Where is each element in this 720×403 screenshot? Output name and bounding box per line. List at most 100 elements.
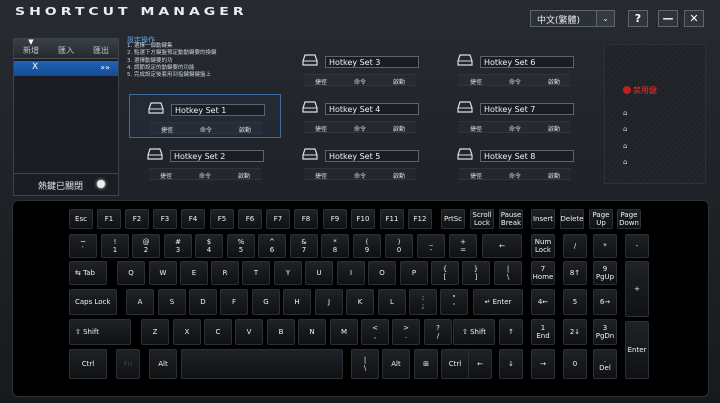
hotkey-set-name[interactable]: Hotkey Set 7 <box>480 103 574 115</box>
keyboard-key[interactable]: Scroll Lock <box>470 209 494 229</box>
command-tab[interactable]: 命令 <box>500 77 530 86</box>
keyboard-key[interactable]: G <box>252 289 280 315</box>
keyboard-key[interactable]: K <box>346 289 374 315</box>
keyboard-key[interactable]: 8↑ <box>563 261 587 285</box>
keyboard-key[interactable]: @2 <box>132 234 160 258</box>
keyboard-key[interactable]: F11 <box>380 209 404 229</box>
command-tab[interactable]: 命令 <box>345 171 375 180</box>
keyboard-key[interactable]: 6→ <box>593 289 617 315</box>
keyboard-key[interactable]: ? / <box>424 319 452 345</box>
keyboard-key[interactable]: P <box>400 261 428 285</box>
keyboard-key[interactable]: + <box>625 261 649 317</box>
keyboard-key[interactable]: ↵ Enter <box>473 289 523 315</box>
language-select[interactable]: 中文(繁體) ⌄ <box>530 10 615 27</box>
keyboard-key[interactable]: Fn <box>116 349 140 379</box>
keyboard-key[interactable]: M <box>330 319 358 345</box>
keyboard-key[interactable]: F2 <box>125 209 149 229</box>
launch-tab[interactable]: 啟動 <box>384 171 414 180</box>
hotkey-set-name[interactable]: Hotkey Set 1 <box>171 104 265 116</box>
keyboard-key[interactable]: F7 <box>266 209 290 229</box>
keyboard-key[interactable]: ) 0 <box>385 234 413 258</box>
keyboard-key[interactable]: | \ <box>494 261 522 285</box>
keyboard-key[interactable]: T <box>242 261 270 285</box>
keyboard-key[interactable]: 5 <box>563 289 587 315</box>
chevron-down-icon[interactable]: ⌄ <box>596 11 614 26</box>
shortcut-tab[interactable]: 捷徑 <box>306 77 336 86</box>
keyboard-key[interactable]: C <box>204 319 232 345</box>
keyboard-key[interactable]: 4← <box>531 289 555 315</box>
launch-tab[interactable]: 啟動 <box>229 171 259 180</box>
export-button[interactable]: 匯出 <box>84 45 118 56</box>
keyboard-key[interactable]: F3 <box>153 209 177 229</box>
command-tab[interactable]: 命令 <box>190 171 220 180</box>
keyboard-key[interactable]: _ - <box>417 234 445 258</box>
keyboard-key[interactable]: - <box>625 234 649 258</box>
keyboard-key[interactable]: Ctrl <box>69 349 107 379</box>
keyboard-key[interactable]: 7 Home <box>531 261 555 285</box>
keyboard-key[interactable]: (9 <box>353 234 381 258</box>
keyboard-key[interactable]: | \ <box>351 349 379 379</box>
keyboard-key[interactable]: Page Down <box>617 209 641 229</box>
keyboard-key[interactable]: Insert <box>531 209 555 229</box>
shortcut-tab[interactable]: 捷徑 <box>306 124 336 133</box>
keyboard-key[interactable]: 9 PgUp <box>593 261 617 285</box>
hotkey-toggle[interactable] <box>97 180 105 188</box>
keyboard-key[interactable]: Page Up <box>589 209 613 229</box>
keyboard-key[interactable]: F <box>220 289 248 315</box>
keyboard-key[interactable]: Caps Lock <box>69 289 117 315</box>
keyboard-key[interactable]: Q <box>117 261 145 285</box>
keyboard-key[interactable]: ~ ` <box>69 234 97 258</box>
keyboard-key[interactable]: ^ 6 <box>258 234 286 258</box>
shortcut-tab[interactable]: 捷徑 <box>461 124 491 133</box>
hotkey-set-name[interactable]: Hotkey Set 3 <box>325 56 419 68</box>
keyboard-key[interactable]: " ' <box>440 289 468 315</box>
hotkey-set-card[interactable]: Hotkey Set 7 捷徑 命令 啟動 <box>439 94 591 138</box>
launch-tab[interactable]: 啟動 <box>539 171 569 180</box>
hotkey-set-card[interactable]: Hotkey Set 4 捷徑 命令 啟動 <box>284 94 436 138</box>
command-tab[interactable]: 命令 <box>345 77 375 86</box>
keyboard-key[interactable]: U <box>305 261 333 285</box>
new-profile-button[interactable]: 新增 <box>14 45 48 56</box>
keyboard-key[interactable]: #3 <box>164 234 192 258</box>
keyboard-key[interactable]: Alt <box>149 349 177 379</box>
keyboard-key[interactable]: D <box>189 289 217 315</box>
keyboard-key[interactable]: E <box>180 261 208 285</box>
keyboard-key[interactable]: ← <box>482 234 522 258</box>
keyboard-key[interactable]: L <box>378 289 406 315</box>
keyboard-key[interactable]: O <box>368 261 396 285</box>
hotkey-set-card[interactable]: Hotkey Set 1 捷徑 命令 啟動 <box>129 94 281 138</box>
keyboard-key[interactable]: ↑ <box>499 319 523 345</box>
keyboard-key[interactable]: 3 PgDn <box>593 319 617 345</box>
keyboard-key[interactable]: N <box>298 319 326 345</box>
keyboard-key[interactable]: Ctrl <box>441 349 469 379</box>
hotkey-set-card[interactable]: Hotkey Set 5 捷徑 命令 啟動 <box>284 141 436 185</box>
launch-tab[interactable]: 啟動 <box>230 125 260 134</box>
keyboard-key[interactable]: Pause Break <box>499 209 523 229</box>
launch-tab[interactable]: 啟動 <box>539 77 569 86</box>
keyboard-key[interactable]: Num Lock <box>531 234 555 258</box>
keyboard-key[interactable]: & 7 <box>290 234 318 258</box>
keyboard-key[interactable]: B <box>267 319 295 345</box>
keyboard-key[interactable]: F4 <box>181 209 205 229</box>
keyboard-key[interactable]: * <box>593 234 617 258</box>
launch-tab[interactable]: 啟動 <box>384 124 414 133</box>
keyboard-key[interactable]: F9 <box>323 209 347 229</box>
keyboard-key[interactable]: H <box>283 289 311 315</box>
keyboard-key[interactable]: 1 End <box>531 319 555 345</box>
keyboard-key[interactable]: I <box>337 261 365 285</box>
import-button[interactable]: 匯入 <box>49 45 83 56</box>
keyboard-key[interactable]: ⇧ Shift <box>69 319 131 345</box>
minimize-button[interactable]: — <box>658 10 678 27</box>
keyboard-key[interactable]: ! 1 <box>101 234 129 258</box>
keyboard-key[interactable]: ⇆ Tab <box>69 261 107 285</box>
shortcut-tab[interactable]: 捷徑 <box>461 171 491 180</box>
keyboard-key[interactable]: {[ <box>431 261 459 285</box>
keyboard-key[interactable]: Z <box>141 319 169 345</box>
hotkey-set-card[interactable]: Hotkey Set 3 捷徑 命令 啟動 <box>284 47 436 91</box>
keyboard-key[interactable]: J <box>315 289 343 315</box>
keyboard-key[interactable]: }] <box>462 261 490 285</box>
keyboard-key[interactable]: X <box>173 319 201 345</box>
keyboard-key[interactable]: R <box>211 261 239 285</box>
launch-tab[interactable]: 啟動 <box>539 124 569 133</box>
keyboard-key[interactable]: / <box>563 234 587 258</box>
